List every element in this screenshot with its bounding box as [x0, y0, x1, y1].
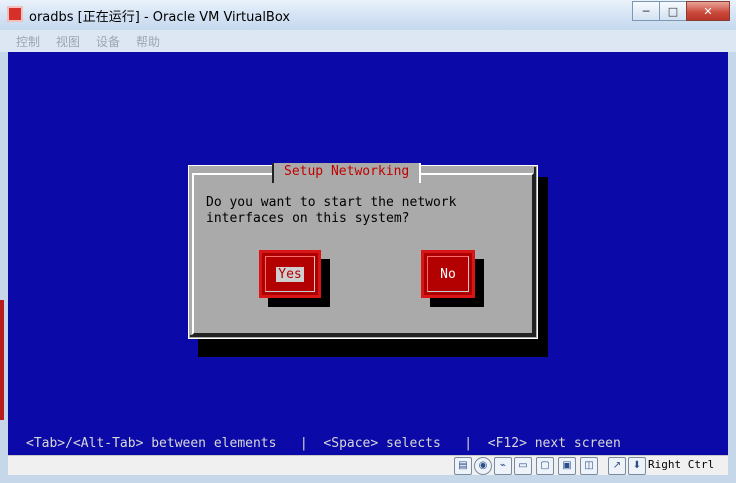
yes-button-label: Yes	[276, 266, 304, 282]
menu-devices[interactable]: 设备	[96, 33, 120, 50]
dialog-title: Setup Networking	[272, 163, 422, 183]
minimize-button[interactable]: ─	[632, 1, 660, 21]
close-button[interactable]: ✕	[686, 1, 730, 21]
setup-networking-dialog: Setup Networking Do you want to start th…	[188, 163, 538, 339]
shared-folder-icon[interactable]: ▭	[514, 457, 532, 475]
video-capture-icon[interactable]: ◫	[580, 457, 598, 475]
background-tabs	[300, 0, 600, 14]
window-frame-accent	[0, 300, 4, 420]
menu-help[interactable]: 帮助	[136, 33, 160, 50]
mouse-integration-icon[interactable]: ↗	[608, 457, 626, 475]
dialog-message: Do you want to start the network interfa…	[206, 195, 457, 226]
usb-icon[interactable]: ⌁	[494, 457, 512, 475]
window-controls: ─ □ ✕	[632, 1, 730, 21]
no-button-label: No	[440, 266, 456, 282]
menu-view[interactable]: 视图	[56, 33, 80, 50]
title-bar: oradbs [正在运行] - Oracle VM VirtualBox ─ □…	[0, 0, 736, 31]
window-frame-right	[728, 52, 736, 483]
no-button[interactable]: No	[421, 250, 475, 298]
display-icon[interactable]: ▢	[536, 457, 554, 475]
menu-bar: 控制 视图 设备 帮助	[0, 30, 736, 53]
yes-button[interactable]: Yes	[259, 250, 321, 298]
no-button-face: No	[427, 256, 469, 292]
vm-display[interactable]: Setup Networking Do you want to start th…	[8, 52, 728, 455]
yes-button-face: Yes	[265, 256, 315, 292]
network-icon[interactable]: ▣	[558, 457, 576, 475]
hard-disk-icon[interactable]: ▤	[454, 457, 472, 475]
virtualbox-app-icon[interactable]	[7, 6, 23, 22]
window-title: oradbs [正在运行] - Oracle VM VirtualBox	[29, 10, 291, 25]
window-frame-bottom	[0, 475, 736, 483]
menu-control[interactable]: 控制	[16, 33, 40, 50]
help-line: <Tab>/<Alt-Tab> between elements | <Spac…	[26, 436, 621, 451]
host-key-label: Right Ctrl	[648, 458, 715, 471]
optical-drive-icon[interactable]: ◉	[474, 457, 492, 475]
maximize-button[interactable]: □	[659, 1, 687, 21]
host-key-arrow-icon: ⬇	[628, 457, 646, 475]
status-bar: ▤ ◉ ⌁ ▭ ▢ ▣ ◫ ↗ ⬇ Right Ctrl	[8, 455, 728, 476]
